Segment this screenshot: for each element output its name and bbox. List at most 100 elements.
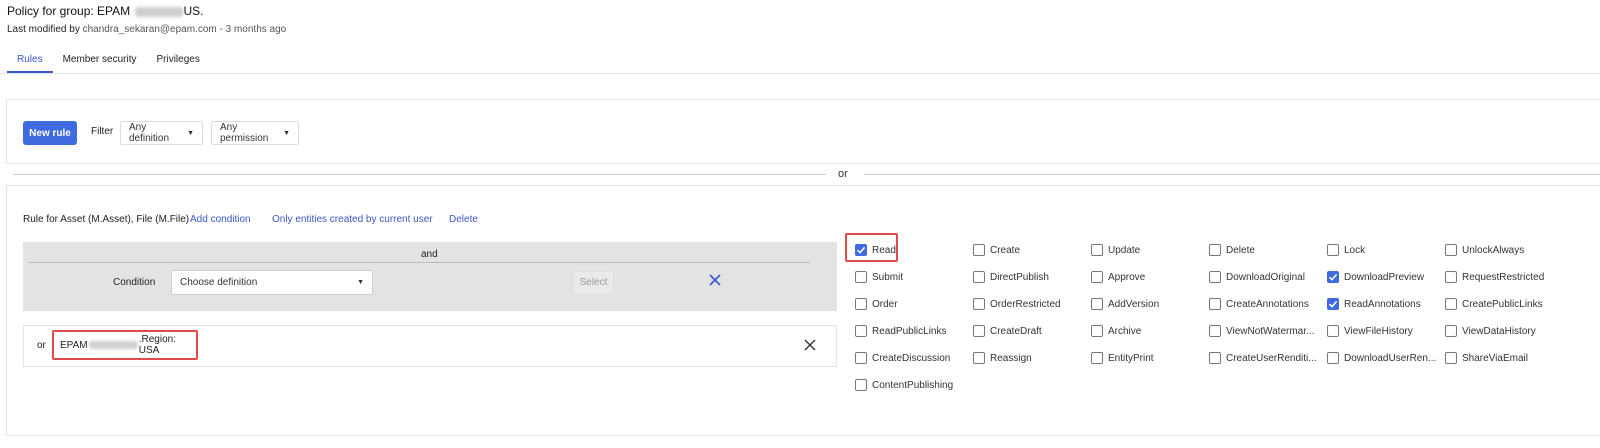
permission-label: ViewNotWatermar... xyxy=(1226,325,1315,337)
permission-share-via-email[interactable]: ShareViaEmail xyxy=(1445,351,1528,365)
permission-read[interactable]: Read xyxy=(855,243,896,257)
permission-checkbox[interactable] xyxy=(1209,325,1221,337)
permission-checkbox[interactable] xyxy=(973,298,985,310)
check-icon xyxy=(856,246,866,254)
page-title-prefix: Policy for group: EPAM xyxy=(7,4,131,18)
permission-label: EntityPrint xyxy=(1108,352,1154,364)
permission-checkbox[interactable] xyxy=(855,298,867,310)
permission-label: RequestRestricted xyxy=(1462,271,1545,283)
permission-checkbox[interactable] xyxy=(1327,244,1339,256)
permission-lock[interactable]: Lock xyxy=(1327,243,1365,257)
permission-checkbox[interactable] xyxy=(973,352,985,364)
permission-checkbox[interactable] xyxy=(1209,298,1221,310)
permission-checkbox[interactable] xyxy=(855,325,867,337)
permission-checkbox[interactable] xyxy=(1445,271,1457,283)
permission-download-original[interactable]: DownloadOriginal xyxy=(1209,270,1305,284)
remove-condition-icon[interactable] xyxy=(708,273,722,287)
permission-request-restricted[interactable]: RequestRestricted xyxy=(1445,270,1544,284)
permission-checkbox[interactable] xyxy=(1327,298,1339,310)
permission-checkbox[interactable] xyxy=(855,244,867,256)
permission-checkbox[interactable] xyxy=(1091,352,1103,364)
permission-add-version[interactable]: AddVersion xyxy=(1091,297,1159,311)
or-separator: or xyxy=(838,168,848,180)
permission-create[interactable]: Create xyxy=(973,243,1020,257)
permission-checkbox[interactable] xyxy=(1445,244,1457,256)
permission-checkbox[interactable] xyxy=(1091,271,1103,283)
caret-down-icon: ▼ xyxy=(357,279,364,286)
definition-dropdown[interactable]: Any definition ▼ xyxy=(120,121,203,145)
permission-approve[interactable]: Approve xyxy=(1091,270,1145,284)
permission-view-not-watermar[interactable]: ViewNotWatermar... xyxy=(1209,324,1314,338)
and-divider xyxy=(29,262,810,263)
permission-checkbox[interactable] xyxy=(973,244,985,256)
permission-unlock-always[interactable]: UnlockAlways xyxy=(1445,243,1524,257)
redacted-text xyxy=(134,6,183,17)
page-title: Policy for group: EPAM US. xyxy=(7,4,204,18)
region-prefix: EPAM xyxy=(60,339,88,351)
permission-label: DownloadUserRen... xyxy=(1344,352,1437,364)
permission-checkbox[interactable] xyxy=(973,271,985,283)
tab-privileges[interactable]: Privileges xyxy=(146,52,209,73)
permission-checkbox[interactable] xyxy=(1091,298,1103,310)
permission-checkbox[interactable] xyxy=(855,379,867,391)
permission-checkbox[interactable] xyxy=(1209,244,1221,256)
permission-order-restricted[interactable]: OrderRestricted xyxy=(973,297,1061,311)
permission-entity-print[interactable]: EntityPrint xyxy=(1091,351,1154,365)
condition-label: Condition xyxy=(113,277,156,288)
only-entities-link[interactable]: Only entities created by current user xyxy=(272,214,433,225)
permission-checkbox[interactable] xyxy=(1209,271,1221,283)
permission-content-publishing[interactable]: ContentPublishing xyxy=(855,378,953,392)
modified-user: chandra_sekaran@epam.com xyxy=(82,24,217,35)
permission-view-data-history[interactable]: ViewDataHistory xyxy=(1445,324,1536,338)
add-condition-link[interactable]: Add condition xyxy=(190,214,251,225)
permission-label: Create xyxy=(990,244,1021,256)
permission-submit[interactable]: Submit xyxy=(855,270,903,284)
permission-create-discussion[interactable]: CreateDiscussion xyxy=(855,351,950,365)
condition-definition-select[interactable]: Choose definition ▼ xyxy=(171,270,373,295)
permission-archive[interactable]: Archive xyxy=(1091,324,1141,338)
permission-reassign[interactable]: Reassign xyxy=(973,351,1032,365)
permission-create-user-renditi[interactable]: CreateUserRenditi... xyxy=(1209,351,1317,365)
permission-checkbox[interactable] xyxy=(1327,325,1339,337)
delete-rule-link[interactable]: Delete xyxy=(449,214,478,225)
new-rule-button[interactable]: New rule xyxy=(23,121,77,145)
permission-checkbox[interactable] xyxy=(1445,325,1457,337)
permission-update[interactable]: Update xyxy=(1091,243,1140,257)
permission-checkbox[interactable] xyxy=(1209,352,1221,364)
permission-direct-publish[interactable]: DirectPublish xyxy=(973,270,1049,284)
permission-read-public-links[interactable]: ReadPublicLinks xyxy=(855,324,947,338)
tab-rules[interactable]: Rules xyxy=(7,52,53,73)
permission-create-draft[interactable]: CreateDraft xyxy=(973,324,1042,338)
permission-label: DownloadOriginal xyxy=(1226,271,1305,283)
permission-checkbox[interactable] xyxy=(855,271,867,283)
permission-create-public-links[interactable]: CreatePublicLinks xyxy=(1445,297,1543,311)
permission-read-annotations[interactable]: ReadAnnotations xyxy=(1327,297,1421,311)
permission-label: DirectPublish xyxy=(990,271,1049,283)
permission-checkbox[interactable] xyxy=(1445,298,1457,310)
permission-download-user-ren[interactable]: DownloadUserRen... xyxy=(1327,351,1436,365)
permission-checkbox[interactable] xyxy=(1091,325,1103,337)
permission-checkbox[interactable] xyxy=(1327,352,1339,364)
permission-checkbox[interactable] xyxy=(1327,271,1339,283)
permission-label: Delete xyxy=(1226,244,1255,256)
permission-label: CreatePublicLinks xyxy=(1462,298,1543,310)
permission-label: AddVersion xyxy=(1108,298,1160,310)
permission-checkbox[interactable] xyxy=(855,352,867,364)
permission-download-preview[interactable]: DownloadPreview xyxy=(1327,270,1424,284)
permission-checkbox[interactable] xyxy=(973,325,985,337)
caret-down-icon: ▼ xyxy=(283,129,290,137)
permission-create-annotations[interactable]: CreateAnnotations xyxy=(1209,297,1309,311)
permission-delete[interactable]: Delete xyxy=(1209,243,1255,257)
permission-view-file-history[interactable]: ViewFileHistory xyxy=(1327,324,1413,338)
permission-checkbox[interactable] xyxy=(1091,244,1103,256)
tab-member-security[interactable]: Member security xyxy=(53,52,147,73)
permission-dropdown[interactable]: Any permission ▼ xyxy=(211,121,299,145)
permission-label: CreateAnnotations xyxy=(1226,298,1309,310)
permission-order[interactable]: Order xyxy=(855,297,898,311)
permission-label: Archive xyxy=(1108,325,1142,337)
select-button[interactable]: Select xyxy=(573,271,614,294)
permission-label: ViewFileHistory xyxy=(1344,325,1413,337)
permission-checkbox[interactable] xyxy=(1445,352,1457,364)
remove-or-condition-icon[interactable] xyxy=(804,339,816,351)
permission-label: ReadPublicLinks xyxy=(872,325,947,337)
